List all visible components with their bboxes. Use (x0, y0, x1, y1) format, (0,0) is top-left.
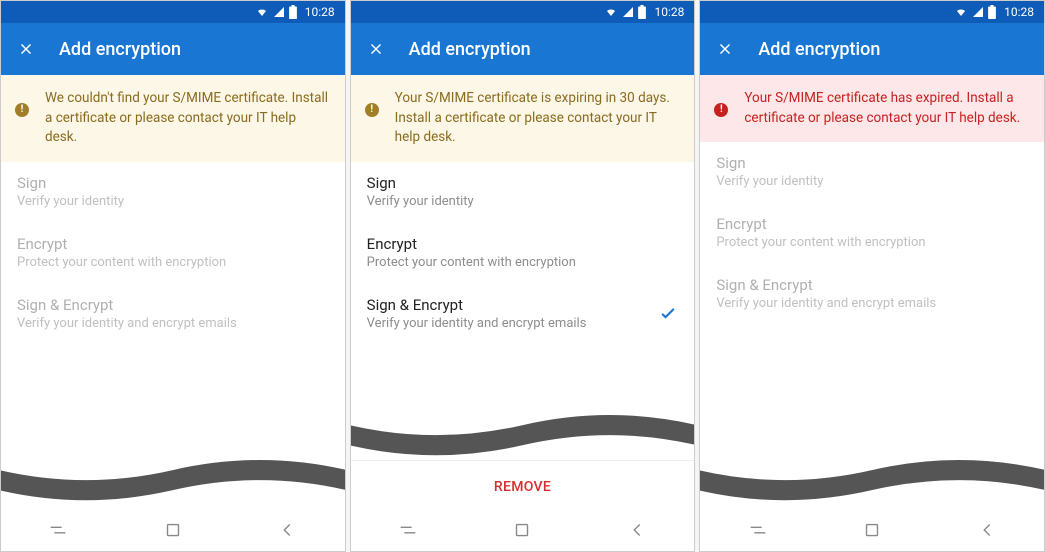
option-title: Encrypt (367, 235, 679, 253)
option-subtitle: Verify your identity and encrypt emails (367, 316, 659, 331)
torn-edge (351, 410, 695, 460)
back-icon[interactable] (626, 519, 648, 541)
status-time: 10:28 (654, 5, 684, 19)
android-nav-bar (1, 509, 345, 551)
option-title: Sign (716, 154, 1028, 172)
close-icon[interactable] (716, 40, 734, 58)
header: Add encryption (351, 23, 695, 75)
battery-icon (988, 5, 996, 19)
status-bar: 10:28 (1, 1, 345, 23)
back-icon[interactable] (976, 519, 998, 541)
option-sign-encrypt[interactable]: Sign & Encrypt Verify your identity and … (1, 284, 345, 345)
header: Add encryption (1, 23, 345, 75)
option-encrypt[interactable]: Encrypt Protect your content with encryp… (351, 223, 695, 284)
option-subtitle: Protect your content with encryption (17, 255, 329, 270)
remove-label: REMOVE (494, 479, 551, 495)
wifi-icon (604, 6, 618, 18)
option-title: Sign & Encrypt (17, 296, 329, 314)
page-title: Add encryption (409, 39, 531, 60)
phone-screen-1: 10:28 Add encryption ! We couldn't find … (0, 0, 346, 552)
close-icon[interactable] (17, 40, 35, 58)
status-time: 10:28 (1004, 5, 1034, 19)
option-subtitle: Verify your identity and encrypt emails (17, 316, 329, 331)
check-icon (658, 303, 678, 323)
option-subtitle: Protect your content with encryption (716, 235, 1028, 250)
wifi-icon (954, 6, 968, 18)
option-title: Sign & Encrypt (716, 276, 1028, 294)
recent-apps-icon[interactable] (47, 519, 69, 541)
page-title: Add encryption (59, 39, 181, 60)
banner-text: We couldn't find your S/MIME certificate… (45, 90, 328, 145)
header: Add encryption (700, 23, 1044, 75)
home-icon[interactable] (511, 519, 533, 541)
option-subtitle: Verify your identity (367, 194, 679, 209)
banner-warning: ! We couldn't find your S/MIME certifica… (1, 75, 345, 162)
torn-edge (700, 455, 1044, 505)
close-icon[interactable] (367, 40, 385, 58)
signal-icon (273, 6, 285, 18)
option-encrypt[interactable]: Encrypt Protect your content with encryp… (700, 203, 1044, 264)
status-bar: 10:28 (351, 1, 695, 23)
android-nav-bar (351, 509, 695, 551)
error-icon: ! (714, 103, 728, 117)
option-title: Sign (17, 174, 329, 192)
option-title: Sign (367, 174, 679, 192)
option-title: Sign & Encrypt (367, 296, 659, 314)
warning-icon: ! (15, 103, 29, 117)
option-sign[interactable]: Sign Verify your identity (700, 142, 1044, 203)
battery-icon (638, 5, 646, 19)
back-icon[interactable] (276, 519, 298, 541)
banner-error: ! Your S/MIME certificate has expired. I… (700, 75, 1044, 142)
option-title: Encrypt (17, 235, 329, 253)
option-subtitle: Protect your content with encryption (367, 255, 679, 270)
recent-apps-icon[interactable] (397, 519, 419, 541)
banner-text: Your S/MIME certificate has expired. Ins… (744, 90, 1020, 126)
option-encrypt[interactable]: Encrypt Protect your content with encryp… (1, 223, 345, 284)
option-subtitle: Verify your identity (716, 174, 1028, 189)
remove-button[interactable]: REMOVE (351, 460, 695, 505)
phone-screen-3: 10:28 Add encryption ! Your S/MIME certi… (699, 0, 1045, 552)
banner-warning: ! Your S/MIME certificate is expiring in… (351, 75, 695, 162)
option-sign-encrypt[interactable]: Sign & Encrypt Verify your identity and … (700, 264, 1044, 325)
home-icon[interactable] (861, 519, 883, 541)
android-nav-bar (700, 509, 1044, 551)
phone-screen-2: 10:28 Add encryption ! Your S/MIME certi… (350, 0, 696, 552)
signal-icon (622, 6, 634, 18)
battery-icon (289, 5, 297, 19)
status-time: 10:28 (305, 5, 335, 19)
option-sign[interactable]: Sign Verify your identity (1, 162, 345, 223)
option-sign[interactable]: Sign Verify your identity (351, 162, 695, 223)
banner-text: Your S/MIME certificate is expiring in 3… (395, 90, 670, 145)
wifi-icon (255, 6, 269, 18)
option-subtitle: Verify your identity and encrypt emails (716, 296, 1028, 311)
option-title: Encrypt (716, 215, 1028, 233)
torn-edge (1, 455, 345, 505)
home-icon[interactable] (162, 519, 184, 541)
recent-apps-icon[interactable] (747, 519, 769, 541)
page-title: Add encryption (758, 39, 880, 60)
status-bar: 10:28 (700, 1, 1044, 23)
option-sign-encrypt[interactable]: Sign & Encrypt Verify your identity and … (351, 284, 695, 345)
signal-icon (972, 6, 984, 18)
warning-icon: ! (365, 103, 379, 117)
option-subtitle: Verify your identity (17, 194, 329, 209)
